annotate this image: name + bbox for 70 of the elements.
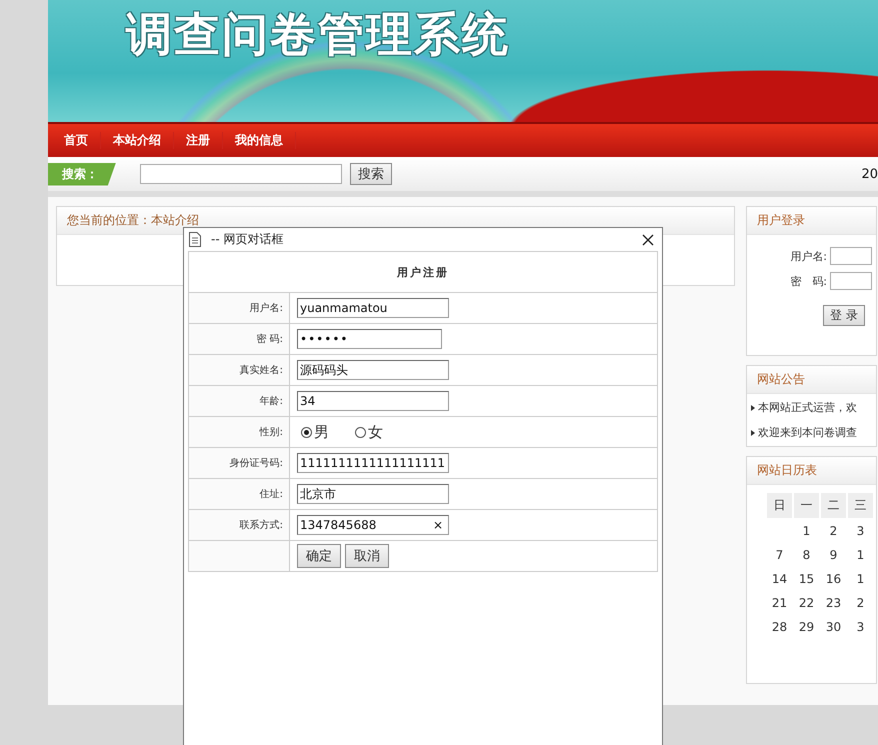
panel-title: 网站公告 — [757, 371, 805, 388]
login-button[interactable]: 登 录 — [823, 305, 865, 326]
calendar-day[interactable]: 8 — [794, 544, 819, 566]
calendar-day[interactable]: 2 — [821, 520, 846, 542]
calendar-day[interactable]: 28 — [767, 616, 792, 638]
calendar-day[interactable]: 14 — [767, 568, 792, 590]
calendar-day[interactable]: 3 — [848, 520, 873, 542]
field-label: 联系方式: — [240, 520, 283, 531]
input-field[interactable]: 北京市 — [297, 484, 449, 504]
calendar-day[interactable]: 1 — [848, 568, 873, 590]
input-field[interactable]: 1111111111111111111 — [297, 453, 449, 473]
notice-link[interactable]: 本网站正式运营，欢 — [758, 400, 857, 415]
nav-link[interactable]: 首页 — [52, 132, 101, 149]
form-button[interactable]: 确定 — [297, 544, 341, 568]
calendar-day[interactable]: 1 — [794, 520, 819, 542]
field-label: 密 码: — [256, 334, 283, 345]
input-field[interactable]: 源码码头 — [297, 360, 449, 380]
field-label: 用户名: — [789, 248, 827, 264]
search-button[interactable]: 搜索 — [350, 163, 392, 185]
field-label: 用户名: — [250, 303, 283, 314]
chevron-icon — [751, 430, 755, 436]
search-field[interactable] — [140, 164, 342, 184]
calendar-day[interactable]: 16 — [821, 568, 846, 590]
calendar-day[interactable]: 23 — [821, 592, 846, 614]
calendar-day[interactable]: 30 — [821, 616, 846, 638]
field-label: 真实姓名: — [240, 365, 283, 376]
form-button[interactable]: 取消 — [345, 544, 389, 568]
input-field[interactable]: 34 — [297, 391, 449, 411]
field-label: 年龄: — [260, 396, 283, 407]
panel-title: 用户登录 — [757, 212, 805, 229]
date-text: 20 — [861, 166, 878, 182]
site-title: 调查问卷管理系统 — [126, 6, 510, 63]
nav-link[interactable]: 我的信息 — [223, 132, 296, 149]
input-field[interactable] — [830, 247, 872, 265]
field-label: 性别: — [260, 427, 283, 438]
chevron-icon — [751, 404, 755, 410]
weekday-header: 二 — [821, 493, 846, 518]
input-field[interactable]: yuanmamatou — [297, 298, 449, 318]
calendar-day[interactable]: 1 — [848, 544, 873, 566]
weekday-header: 日 — [767, 493, 792, 518]
calendar-day[interactable]: 2 — [848, 592, 873, 614]
input-field[interactable] — [830, 272, 872, 290]
calendar-day[interactable]: 3 — [848, 616, 873, 638]
nav-link[interactable]: 本站介绍 — [101, 132, 174, 149]
calendar-day[interactable]: 7 — [767, 544, 792, 566]
panel-title: 网站日历表 — [757, 462, 817, 479]
radio-label: 女 — [368, 422, 383, 442]
weekday-header: 一 — [794, 493, 819, 518]
field-label: 密 码: — [789, 274, 827, 288]
document-icon — [189, 232, 201, 247]
form-heading: 用户注册 — [397, 266, 449, 278]
radio-button[interactable] — [301, 426, 312, 438]
calendar-day[interactable]: 15 — [794, 568, 819, 590]
field-label: 身份证号码: — [230, 458, 283, 469]
nav-link[interactable]: 注册 — [174, 132, 223, 149]
search-label: 搜索： — [48, 162, 116, 186]
notice-link[interactable]: 欢迎来到本问卷调查 — [758, 425, 857, 440]
radio-label: 男 — [314, 422, 329, 442]
calendar-day[interactable]: 9 — [821, 544, 846, 566]
radio-button[interactable] — [355, 426, 366, 438]
dialog-title: -- 网页对话框 — [211, 231, 284, 248]
calendar-day[interactable]: 29 — [794, 616, 819, 638]
password-field[interactable]: •••••• — [297, 329, 442, 349]
field-label: 住址: — [260, 489, 283, 500]
close-icon[interactable] — [642, 234, 654, 246]
weekday-header: 三 — [848, 493, 873, 518]
breadcrumb: 您当前的位置：本站介绍 — [67, 212, 199, 229]
calendar-day[interactable]: 21 — [767, 592, 792, 614]
input-field[interactable]: 1347845688 × — [297, 515, 449, 535]
calendar-day[interactable]: 22 — [794, 592, 819, 614]
